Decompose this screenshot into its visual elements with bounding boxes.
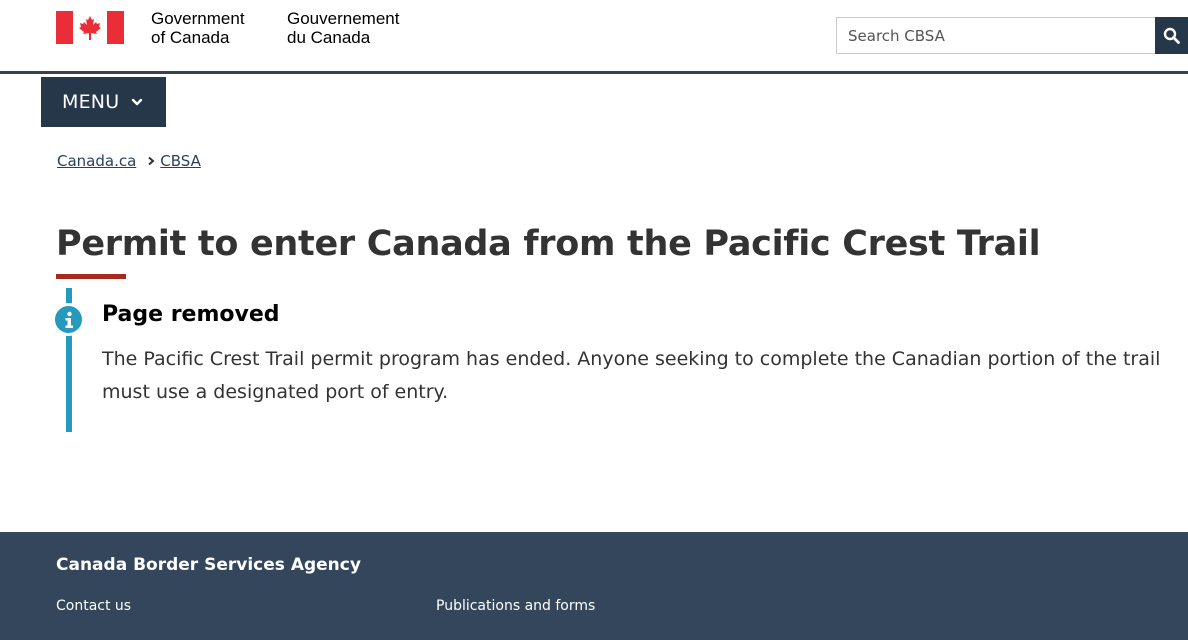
government-signature-fr[interactable]: Gouvernement du Canada (287, 9, 437, 47)
flag-right-bar (107, 11, 124, 44)
site-footer: Canada Border Services Agency Contact us… (0, 532, 1188, 640)
footer-link-contact[interactable]: Contact us (56, 598, 131, 614)
signature-fr-line1: Gouvernement (287, 9, 400, 28)
government-signature-en[interactable]: Government of Canada (151, 9, 281, 47)
flag-left-bar (56, 11, 73, 44)
footer-title: Canada Border Services Agency (56, 555, 361, 575)
search-button[interactable] (1155, 17, 1188, 54)
flag-center (73, 11, 107, 44)
maple-leaf-icon (79, 16, 101, 40)
signature-fr-line2: du Canada (287, 28, 371, 47)
canada-flag-logo[interactable] (56, 11, 124, 44)
menu-button[interactable]: MENU (41, 77, 166, 127)
title-underline (56, 274, 126, 279)
chevron-down-icon (132, 98, 143, 106)
info-glyph (65, 311, 73, 328)
breadcrumb: Canada.ca CBSA (57, 151, 201, 171)
page-title: Permit to enter Canada from the Pacific … (56, 224, 1041, 264)
menu-label: MENU (62, 91, 120, 113)
site-header: Government of Canada Gouvernement du Can… (0, 0, 1188, 74)
signature-en-line1: Government (151, 9, 245, 28)
signature-en-line2: of Canada (151, 28, 230, 47)
info-icon (52, 303, 85, 336)
breadcrumb-link-cbsa[interactable]: CBSA (160, 152, 201, 170)
footer-link-publications[interactable]: Publications and forms (436, 598, 595, 614)
search-form (836, 17, 1188, 54)
alert-title: Page removed (102, 302, 280, 327)
alert-body: The Pacific Crest Trail permit program h… (102, 348, 1161, 403)
breadcrumb-link-canada[interactable]: Canada.ca (57, 152, 136, 170)
search-input[interactable] (836, 17, 1156, 54)
search-icon (1163, 27, 1180, 44)
chevron-right-icon (148, 156, 155, 166)
